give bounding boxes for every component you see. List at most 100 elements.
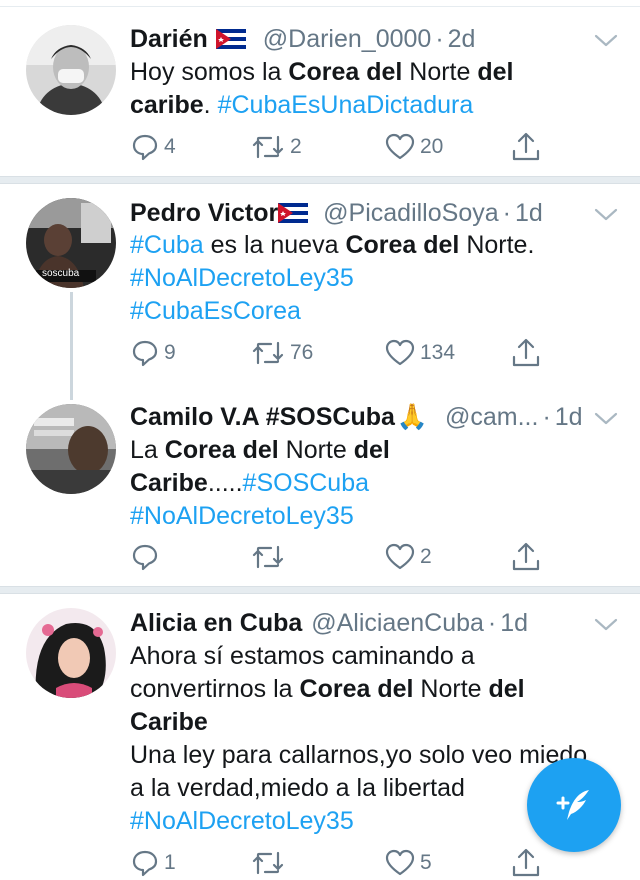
username[interactable]: @AliciaenCuba bbox=[311, 609, 484, 637]
username[interactable]: @Darien_0000 bbox=[263, 25, 432, 53]
reply-button[interactable]: 4 bbox=[130, 130, 176, 164]
text-segment: Norte bbox=[402, 58, 478, 86]
tweet-text: Hoy somos la Corea del Norte del caribe.… bbox=[130, 56, 610, 122]
text-bold: Corea del bbox=[288, 58, 403, 86]
tweet-camilo[interactable]: Camilo V.A #SOSCuba🙏 @cam... · 1d La Corea… bbox=[0, 394, 640, 590]
praying-hands-emoji: 🙏 bbox=[396, 403, 429, 431]
retweet-button[interactable] bbox=[250, 540, 290, 574]
separator: · bbox=[542, 403, 551, 431]
tweet-header: Darién @Darien_0000 · 2d bbox=[130, 24, 475, 56]
chevron-down-icon[interactable] bbox=[592, 616, 620, 634]
avatar[interactable] bbox=[26, 608, 116, 698]
retweet-icon bbox=[252, 341, 284, 365]
heart-icon bbox=[385, 133, 415, 160]
chevron-down-icon[interactable] bbox=[592, 206, 620, 224]
like-button[interactable]: 2 bbox=[384, 540, 432, 574]
timestamp[interactable]: 1d bbox=[515, 199, 543, 227]
heart-icon bbox=[385, 543, 415, 570]
text-segment: Una ley para callarnos,yo solo veo miedo bbox=[130, 741, 588, 769]
display-name[interactable]: Camilo V.A #SOSCuba bbox=[130, 403, 395, 431]
hashtag-link[interactable]: #NoAlDecretoLey35 bbox=[130, 264, 354, 292]
text-bold: caribe bbox=[130, 91, 204, 119]
compose-tweet-icon bbox=[556, 790, 589, 820]
retweet-count: 2 bbox=[290, 135, 302, 158]
tweet-header: Camilo V.A #SOSCuba🙏 @cam... · 1d bbox=[130, 402, 583, 432]
retweet-icon bbox=[252, 545, 284, 569]
hashtag-link[interactable]: #SOSCuba bbox=[243, 469, 369, 497]
hashtag-link[interactable]: #CubaEsCorea bbox=[130, 297, 301, 325]
hashtag-link[interactable]: #NoAlDecretoLey35 bbox=[130, 502, 354, 530]
tweet-pedro-victor[interactable]: soscuba Pedro Victor @PicadilloSoya · 1d #… bbox=[0, 184, 640, 400]
share-icon bbox=[512, 338, 540, 367]
reply-button[interactable]: 1 bbox=[130, 846, 176, 880]
retweet-count: 76 bbox=[290, 341, 314, 364]
chevron-down-icon[interactable] bbox=[592, 32, 620, 50]
reply-button[interactable]: 9 bbox=[130, 336, 176, 370]
hashtag-link[interactable]: #CubaEsUnaDictadura bbox=[218, 91, 474, 119]
reply-button[interactable] bbox=[130, 540, 164, 574]
heart-icon bbox=[385, 339, 415, 366]
text-segment: . bbox=[203, 91, 218, 119]
text-bold: Caribe bbox=[130, 469, 208, 497]
like-button[interactable]: 134 bbox=[384, 336, 455, 370]
username[interactable]: @cam... bbox=[445, 403, 538, 431]
text-bold: Corea del bbox=[164, 436, 279, 464]
like-button[interactable]: 5 bbox=[384, 846, 432, 880]
hashtag-link[interactable]: #Cuba bbox=[130, 231, 204, 259]
share-button[interactable] bbox=[510, 130, 542, 164]
chevron-down-icon[interactable] bbox=[592, 410, 620, 428]
avatar-caption: soscuba bbox=[42, 268, 80, 279]
reply-icon bbox=[132, 340, 158, 367]
avatar[interactable] bbox=[26, 404, 116, 494]
retweet-button[interactable]: 76 bbox=[250, 336, 313, 370]
like-button[interactable]: 20 bbox=[384, 130, 443, 164]
share-button[interactable] bbox=[510, 336, 542, 370]
text-bold: del bbox=[353, 436, 390, 464]
thread-connector bbox=[70, 292, 73, 400]
username[interactable]: @PicadilloSoya bbox=[323, 199, 498, 227]
text-bold: del bbox=[488, 675, 525, 703]
text-segment: ..... bbox=[207, 469, 243, 497]
like-count: 20 bbox=[420, 135, 444, 158]
timestamp[interactable]: 2d bbox=[448, 25, 476, 53]
tweet-text: #Cuba es la nueva Corea del Norte. #NoAl… bbox=[130, 229, 610, 328]
hashtag-link[interactable]: #NoAlDecretoLey35 bbox=[130, 807, 354, 835]
separator: · bbox=[502, 199, 511, 227]
share-icon bbox=[512, 848, 540, 877]
reply-count: 1 bbox=[164, 851, 176, 874]
reply-count: 9 bbox=[164, 341, 176, 364]
share-button[interactable] bbox=[510, 846, 542, 880]
timestamp[interactable]: 1d bbox=[500, 609, 528, 637]
share-button[interactable] bbox=[510, 540, 542, 574]
text-bold: Corea del bbox=[299, 675, 414, 703]
like-count: 5 bbox=[420, 851, 432, 874]
display-name[interactable]: Darién bbox=[130, 25, 208, 53]
tweet-header: Alicia en Cuba @AliciaenCuba · 1d bbox=[130, 608, 528, 638]
tweet-divider bbox=[0, 176, 640, 184]
text-segment: Norte bbox=[278, 436, 354, 464]
text-bold: del bbox=[477, 58, 514, 86]
reply-count: 4 bbox=[164, 135, 176, 158]
text-bold: Caribe bbox=[130, 708, 208, 736]
display-name[interactable]: Pedro Victor bbox=[130, 199, 278, 227]
text-segment: Norte bbox=[413, 675, 489, 703]
timestamp[interactable]: 1d bbox=[555, 403, 583, 431]
avatar[interactable]: soscuba bbox=[26, 198, 116, 288]
retweet-button[interactable]: 2 bbox=[250, 130, 302, 164]
tweet-header: Pedro Victor @PicadilloSoya · 1d bbox=[130, 198, 543, 230]
share-icon bbox=[512, 542, 540, 571]
text-segment: Hoy somos la bbox=[130, 58, 289, 86]
text-segment: Ahora sí estamos caminando a bbox=[130, 642, 475, 670]
reply-icon bbox=[132, 134, 158, 161]
retweet-button[interactable] bbox=[250, 846, 290, 880]
text-segment: Norte. bbox=[459, 231, 535, 259]
text-segment: convertirnos la bbox=[130, 675, 300, 703]
compose-tweet-button[interactable] bbox=[527, 758, 621, 852]
avatar[interactable] bbox=[26, 25, 116, 115]
display-name[interactable]: Alicia en Cuba bbox=[130, 609, 302, 637]
tweet-darien[interactable]: Darién @Darien_0000 · 2d Hoy somos la Core… bbox=[0, 0, 640, 180]
like-count: 2 bbox=[420, 545, 432, 568]
tweet-divider bbox=[0, 586, 640, 594]
retweet-icon bbox=[252, 135, 284, 159]
text-segment: a la verdad,miedo a la libertad bbox=[130, 774, 465, 802]
